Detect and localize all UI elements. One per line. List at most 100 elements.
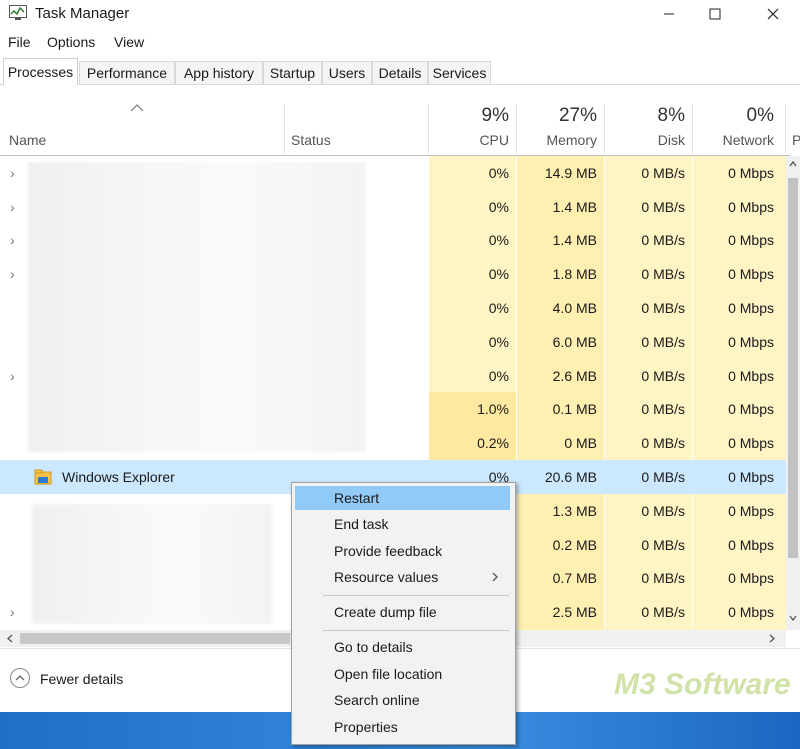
menu-item-end-task[interactable]: End task	[334, 516, 388, 532]
scroll-right-arrow-icon[interactable]	[768, 634, 776, 643]
menu-separator	[323, 595, 509, 596]
menu-item-go-to-details[interactable]: Go to details	[334, 639, 413, 655]
memory-cell: 14.9 MB	[544, 165, 597, 181]
redacted-process-names	[32, 504, 272, 624]
cpu-cell: 0%	[488, 300, 509, 316]
close-button[interactable]	[750, 0, 796, 28]
disk-cell: 0 MB/s	[641, 266, 685, 282]
minimize-button[interactable]	[646, 0, 692, 28]
network-cell: 0 Mbps	[728, 165, 774, 181]
network-total-percent: 0%	[746, 105, 774, 126]
network-cell: 0 Mbps	[728, 503, 774, 519]
column-disk[interactable]: Disk	[606, 132, 685, 148]
memory-cell: 2.6 MB	[552, 368, 597, 384]
maximize-button[interactable]	[692, 0, 738, 28]
cpu-cell: 0.2%	[429, 426, 516, 460]
expand-chevron-icon[interactable]: ›	[10, 359, 15, 393]
expand-chevron-icon[interactable]: ›	[10, 156, 15, 190]
menu-highlight	[295, 486, 510, 510]
column-status[interactable]: Status	[291, 132, 331, 148]
tab-users[interactable]: Users	[322, 61, 372, 84]
memory-cell: 1.4 MB	[552, 232, 597, 248]
fewer-details-link[interactable]: Fewer details	[40, 671, 123, 687]
tab-startup[interactable]: Startup	[263, 61, 322, 84]
disk-cell: 0 MB/s	[641, 604, 685, 620]
expand-chevron-icon[interactable]: ›	[10, 223, 15, 257]
column-separator	[516, 104, 517, 154]
column-network[interactable]: Network	[694, 132, 774, 148]
cpu-cell: 0%	[488, 165, 509, 181]
cpu-cell: 1.0%	[429, 392, 516, 426]
column-cpu[interactable]: CPU	[430, 132, 509, 148]
column-power-partial[interactable]: P	[792, 132, 800, 148]
menu-view[interactable]: View	[114, 34, 144, 50]
cpu-cell: 0%	[488, 266, 509, 282]
network-cell: 0 Mbps	[728, 435, 774, 451]
tab-services[interactable]: Services	[428, 61, 491, 84]
tab-performance[interactable]: Performance	[79, 61, 175, 84]
vertical-scroll-thumb[interactable]	[788, 178, 798, 558]
tab-app-history[interactable]: App history	[175, 61, 263, 84]
network-cell: 0 Mbps	[728, 300, 774, 316]
menu-item-provide-feedback[interactable]: Provide feedback	[334, 543, 442, 559]
cpu-cell: 0%	[488, 368, 509, 384]
redacted-process-names	[28, 162, 366, 452]
column-memory[interactable]: Memory	[518, 132, 597, 148]
column-name[interactable]: Name	[9, 132, 46, 148]
menu-options[interactable]: Options	[47, 34, 95, 50]
tab-details[interactable]: Details	[372, 61, 428, 84]
network-cell: 0 Mbps	[728, 232, 774, 248]
disk-total-percent: 8%	[657, 105, 685, 126]
memory-cell: 20.6 MB	[517, 460, 604, 494]
network-cell: 0 Mbps	[728, 199, 774, 215]
expand-chevron-icon[interactable]: ›	[10, 595, 15, 629]
horizontal-scroll-thumb[interactable]	[20, 633, 290, 644]
disk-cell: 0 MB/s	[641, 300, 685, 316]
memory-total-percent: 27%	[558, 105, 597, 126]
memory-cell: 1.8 MB	[552, 266, 597, 282]
network-cell: 0 Mbps	[728, 604, 774, 620]
expand-chevron-icon[interactable]: ›	[10, 190, 15, 224]
menu-item-open-file-location[interactable]: Open file location	[334, 666, 442, 682]
menu-item-properties[interactable]: Properties	[334, 719, 398, 735]
network-cell: 0 Mbps	[728, 368, 774, 384]
expand-chevron-icon[interactable]: ›	[10, 257, 15, 291]
collapse-chevron-icon[interactable]	[10, 668, 30, 688]
disk-cell: 0 MB/s	[641, 503, 685, 519]
window-title: Task Manager	[35, 5, 130, 22]
scroll-down-arrow-icon[interactable]	[789, 614, 797, 622]
network-cell: 0 Mbps	[728, 570, 774, 586]
context-menu: Restart End task Provide feedback Resour…	[291, 482, 516, 745]
menu-item-search-online[interactable]: Search online	[334, 692, 420, 708]
disk-cell: 0 MB/s	[641, 537, 685, 553]
cpu-cell: 0%	[488, 232, 509, 248]
disk-cell: 0 MB/s	[641, 232, 685, 248]
submenu-arrow-icon	[492, 572, 498, 582]
cpu-total-percent: 9%	[481, 105, 509, 126]
close-icon	[767, 8, 779, 20]
cpu-cell: 0%	[488, 199, 509, 215]
menu-item-create-dump-file[interactable]: Create dump file	[334, 604, 437, 620]
disk-cell: 0 MB/s	[641, 435, 685, 451]
disk-cell: 0 MB/s	[641, 401, 685, 417]
tab-divider	[0, 84, 800, 85]
task-manager-app-icon	[9, 5, 27, 20]
memory-cell: 0 MB	[564, 435, 597, 451]
column-separator	[785, 104, 786, 154]
minimize-icon	[664, 13, 674, 15]
sort-ascending-icon	[130, 104, 144, 112]
memory-cell: 0.7 MB	[552, 570, 597, 586]
column-separator	[692, 104, 693, 154]
tab-processes[interactable]: Processes	[3, 58, 78, 85]
process-name: Windows Explorer	[62, 469, 175, 485]
memory-cell: 1.4 MB	[552, 199, 597, 215]
menu-item-restart[interactable]: Restart	[334, 490, 379, 506]
disk-cell: 0 MB/s	[641, 199, 685, 215]
scroll-up-arrow-icon[interactable]	[789, 160, 797, 168]
memory-cell: 0.1 MB	[552, 401, 597, 417]
menu-item-resource-values[interactable]: Resource values	[334, 569, 438, 585]
watermark-logo: M3 Software	[614, 668, 791, 701]
network-cell: 0 Mbps	[728, 401, 774, 417]
scroll-left-arrow-icon[interactable]	[6, 634, 14, 643]
menu-file[interactable]: File	[8, 34, 31, 50]
